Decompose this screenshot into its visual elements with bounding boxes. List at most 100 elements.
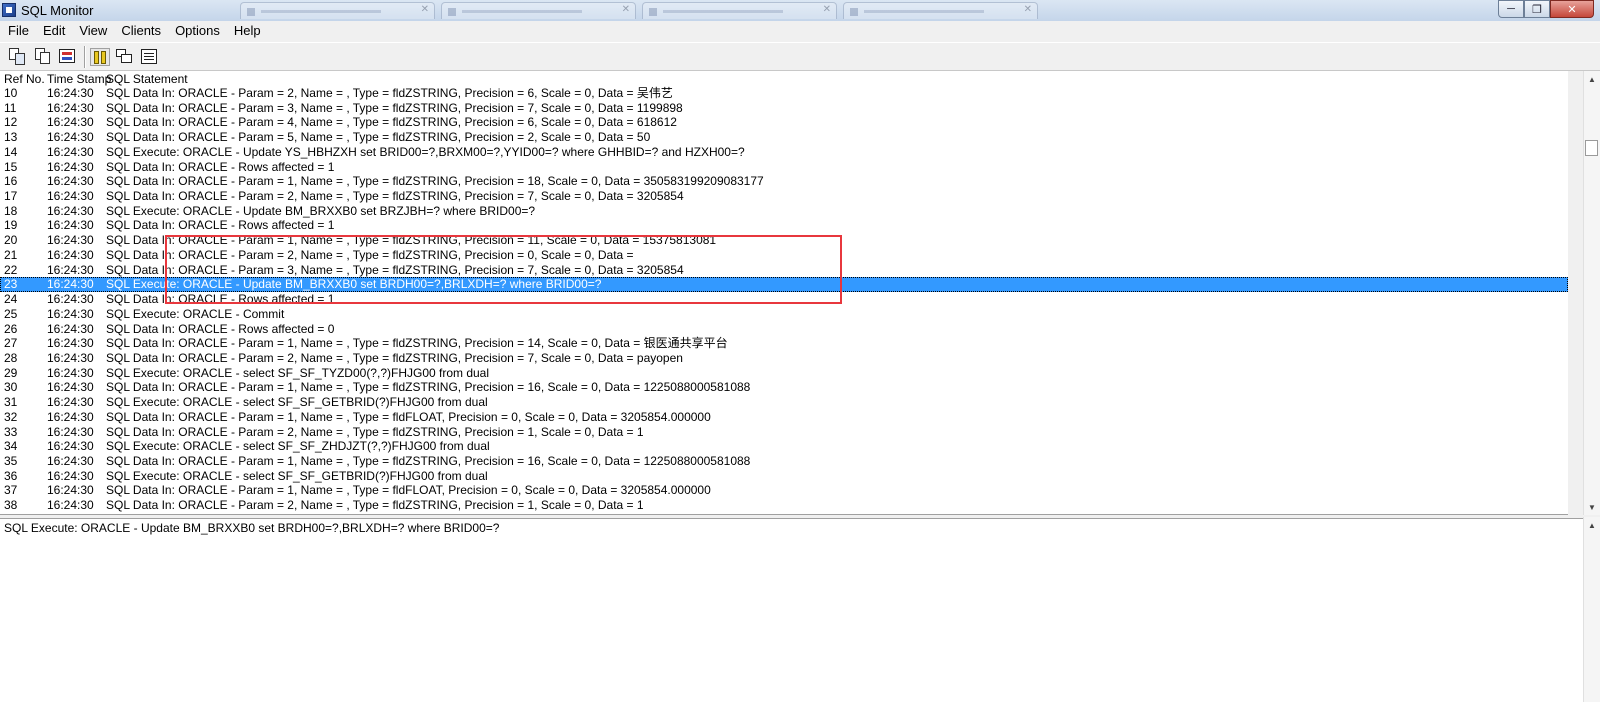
table-row[interactable]: 37 16:24:30 SQL Data In: ORACLE - Param = … — [0, 483, 1568, 498]
table-row[interactable]: 36 16:24:30 SQL Execute: ORACLE - select S… — [0, 469, 1568, 484]
menu-edit[interactable]: Edit — [36, 21, 72, 41]
cell-ref-no: 25 — [4, 306, 18, 321]
cell-ref-no: 19 — [4, 218, 18, 233]
table-row[interactable]: 25 16:24:30 SQL Execute: ORACLE - Commit — [0, 307, 1568, 322]
log-rows: 10 16:24:30 SQL Data In: ORACLE - Param = … — [0, 86, 1568, 513]
select-all-icon[interactable] — [115, 48, 135, 66]
menu-view[interactable]: View — [72, 21, 114, 41]
list-scrollbar[interactable]: ▲ ▼ — [1583, 71, 1600, 515]
cell-sql-statement: SQL Data In: ORACLE - Param = 2, Name = … — [106, 350, 683, 365]
menu-file[interactable]: File — [0, 21, 36, 41]
table-row[interactable]: 32 16:24:30 SQL Data In: ORACLE - Param = … — [0, 410, 1568, 425]
cell-time-stamp: 16:24:30 — [47, 115, 94, 130]
table-row[interactable]: 30 16:24:30 SQL Data In: ORACLE - Param = … — [0, 380, 1568, 395]
table-row[interactable]: 18 16:24:30 SQL Execute: ORACLE - Update B… — [0, 204, 1568, 219]
table-row[interactable]: 24 16:24:30 SQL Data In: ORACLE - Rows aff… — [0, 292, 1568, 307]
menu-clients[interactable]: Clients — [114, 21, 168, 41]
table-row[interactable]: 33 16:24:30 SQL Data In: ORACLE - Param = … — [0, 425, 1568, 440]
table-row[interactable]: 16 16:24:30 SQL Data In: ORACLE - Param = … — [0, 174, 1568, 189]
table-row[interactable]: 38 16:24:30 SQL Data In: ORACLE - Param = … — [0, 498, 1568, 513]
table-row[interactable]: 20 16:24:30 SQL Data In: ORACLE - Param = … — [0, 233, 1568, 248]
table-row[interactable]: 28 16:24:30 SQL Data In: ORACLE - Param = … — [0, 351, 1568, 366]
table-row[interactable]: 12 16:24:30 SQL Data In: ORACLE - Param = … — [0, 115, 1568, 130]
toolbar — [0, 42, 1600, 71]
cell-sql-statement: SQL Data In: ORACLE - Param = 1, Name = … — [106, 453, 751, 468]
table-row[interactable]: 22 16:24:30 SQL Data In: ORACLE - Param = … — [0, 263, 1568, 278]
cell-ref-no: 26 — [4, 321, 18, 336]
cell-ref-no: 33 — [4, 424, 18, 439]
cell-sql-statement: SQL Data In: ORACLE - Param = 1, Name = … — [106, 174, 764, 189]
cell-time-stamp: 16:24:30 — [47, 409, 94, 424]
cell-ref-no: 10 — [4, 86, 18, 100]
table-row[interactable]: 15 16:24:30 SQL Data In: ORACLE - Rows aff… — [0, 160, 1568, 175]
menu-help[interactable]: Help — [227, 21, 268, 41]
close-button[interactable]: ✕ — [1550, 0, 1594, 18]
header-sql-statement[interactable]: SQL Statement — [106, 72, 188, 86]
background-taskbar-tabs: ✕ ✕ ✕ ✕ — [240, 2, 1044, 19]
background-tab: ✕ — [240, 2, 435, 19]
cell-sql-statement: SQL Data In: ORACLE - Param = 2, Name = … — [106, 86, 673, 100]
app-icon — [2, 3, 16, 17]
copy-icon[interactable] — [33, 48, 53, 66]
table-row[interactable]: 26 16:24:30 SQL Data In: ORACLE - Rows aff… — [0, 322, 1568, 337]
table-row[interactable]: 27 16:24:30 SQL Data In: ORACLE - Param = … — [0, 336, 1568, 351]
table-row[interactable]: 13 16:24:30 SQL Data In: ORACLE - Param = … — [0, 130, 1568, 145]
cell-sql-statement: SQL Execute: ORACLE - Update YS_HBHZXH s… — [106, 144, 745, 159]
cell-ref-no: 24 — [4, 292, 18, 307]
cell-time-stamp: 16:24:30 — [47, 130, 94, 145]
cell-time-stamp: 16:24:30 — [47, 277, 94, 292]
cell-ref-no: 36 — [4, 468, 18, 483]
save-log-icon[interactable] — [8, 48, 28, 66]
cell-ref-no: 15 — [4, 159, 18, 174]
sql-detail-pane[interactable]: SQL Execute: ORACLE - Update BM_BRXXB0 s… — [0, 518, 1583, 702]
print-icon[interactable] — [58, 48, 78, 66]
table-row[interactable]: 34 16:24:30 SQL Execute: ORACLE - select S… — [0, 439, 1568, 454]
background-tab: ✕ — [642, 2, 837, 19]
cell-sql-statement: SQL Data In: ORACLE - Param = 2, Name = … — [106, 189, 684, 204]
background-tab: ✕ — [441, 2, 636, 19]
table-row[interactable]: 31 16:24:30 SQL Execute: ORACLE - select S… — [0, 395, 1568, 410]
cell-sql-statement: SQL Execute: ORACLE - Update BM_BRXXB0 s… — [106, 203, 536, 218]
minimize-button[interactable]: ─ — [1498, 0, 1524, 18]
scrollbar-thumb[interactable] — [1585, 140, 1598, 156]
cell-time-stamp: 16:24:30 — [47, 306, 94, 321]
cell-ref-no: 22 — [4, 262, 18, 277]
cell-time-stamp: 16:24:30 — [47, 498, 94, 513]
table-row[interactable]: 17 16:24:30 SQL Data In: ORACLE - Param = … — [0, 189, 1568, 204]
table-row[interactable]: 11 16:24:30 SQL Data In: ORACLE - Param = … — [0, 101, 1568, 116]
scroll-up-arrow-icon[interactable]: ▲ — [1584, 517, 1600, 533]
cell-sql-statement: SQL Data In: ORACLE - Param = 2, Name = … — [106, 498, 644, 513]
cell-sql-statement: SQL Data In: ORACLE - Param = 1, Name = … — [106, 409, 711, 424]
options-checklist-icon[interactable] — [140, 48, 160, 66]
cell-time-stamp: 16:24:30 — [47, 159, 94, 174]
scroll-up-arrow-icon[interactable]: ▲ — [1584, 71, 1600, 87]
cell-sql-statement: SQL Data In: ORACLE - Rows affected = 1 — [106, 159, 335, 174]
sql-log-list[interactable]: Ref No. Time Stamp SQL Statement 10 16:24… — [0, 71, 1568, 515]
cell-ref-no: 21 — [4, 247, 18, 262]
menu-options[interactable]: Options — [168, 21, 227, 41]
cell-time-stamp: 16:24:30 — [47, 292, 94, 307]
table-row[interactable]: 23 16:24:30 SQL Execute: ORACLE - Update B… — [0, 277, 1568, 293]
detail-scrollbar[interactable]: ▲ — [1583, 517, 1600, 702]
cell-time-stamp: 16:24:30 — [47, 468, 94, 483]
table-row[interactable]: 14 16:24:30 SQL Execute: ORACLE - Update Y… — [0, 145, 1568, 160]
table-row[interactable]: 10 16:24:30 SQL Data In: ORACLE - Param = … — [0, 86, 1568, 101]
sql-detail-text: SQL Execute: ORACLE - Update BM_BRXXB0 s… — [4, 521, 500, 535]
table-row[interactable]: 35 16:24:30 SQL Data In: ORACLE - Param = … — [0, 454, 1568, 469]
maximize-button[interactable]: ❐ — [1524, 0, 1550, 18]
table-row[interactable]: 29 16:24:30 SQL Execute: ORACLE - select S… — [0, 366, 1568, 381]
cell-sql-statement: SQL Data In: ORACLE - Rows affected = 1 — [106, 218, 335, 233]
cell-time-stamp: 16:24:30 — [47, 350, 94, 365]
cell-sql-statement: SQL Data In: ORACLE - Param = 2, Name = … — [106, 247, 634, 262]
pause-icon[interactable] — [90, 48, 110, 66]
scroll-down-arrow-icon[interactable]: ▼ — [1584, 499, 1600, 515]
cell-sql-statement: SQL Execute: ORACLE - select SF_SF_TYZD0… — [106, 365, 490, 380]
cell-sql-statement: SQL Execute: ORACLE - select SF_SF_GETBR… — [106, 395, 488, 410]
header-ref-no[interactable]: Ref No. — [4, 72, 45, 86]
toolbar-separator — [84, 46, 86, 68]
table-row[interactable]: 19 16:24:30 SQL Data In: ORACLE - Rows aff… — [0, 218, 1568, 233]
table-row[interactable]: 21 16:24:30 SQL Data In: ORACLE - Param = … — [0, 248, 1568, 263]
menu-bar: File Edit View Clients Options Help — [0, 21, 1600, 41]
header-time-stamp[interactable]: Time Stamp — [47, 72, 111, 86]
cell-ref-no: 30 — [4, 380, 18, 395]
